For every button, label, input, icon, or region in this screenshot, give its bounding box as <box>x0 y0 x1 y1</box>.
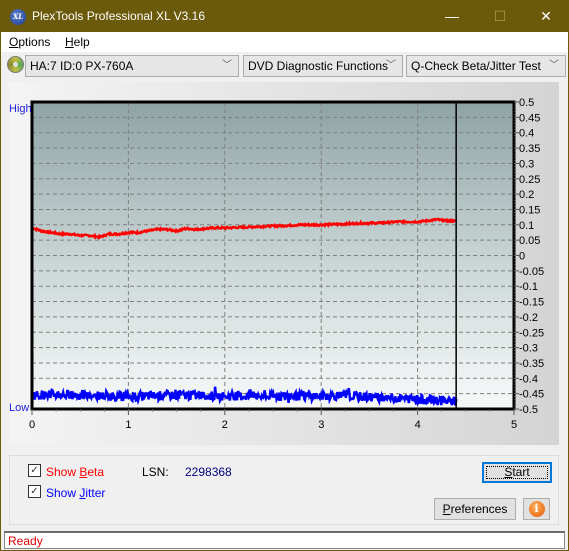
menu-options[interactable]: Options <box>9 35 50 49</box>
chart-panel: 0.5 0.45 0.4 0.35 0.3 0.25 0.2 0.15 0.1 0.05 0 -0.0… <box>9 82 559 445</box>
y-tick-label: 0.3 <box>519 158 534 170</box>
info-icon: i <box>528 501 545 517</box>
y-tick-label: -0.45 <box>519 389 544 401</box>
y-tick-label: -0.3 <box>519 343 538 355</box>
show-beta-label-post: eta <box>87 465 105 479</box>
test-select[interactable]: Q-Check Beta/Jitter Test ﹀ <box>406 55 566 77</box>
preferences-rest: references <box>450 502 508 516</box>
minimize-button[interactable]: — <box>429 1 475 32</box>
y-tick-label: 0.15 <box>519 204 540 216</box>
chevron-down-icon: ﹀ <box>222 60 232 71</box>
y-tick-label: -0.2 <box>519 312 538 324</box>
y-tick-label: 0.2 <box>519 189 534 201</box>
x-tick-label: 4 <box>415 419 421 431</box>
controls-panel: ✓ Show Beta ✓ Show Jitter LSN: 2298368 S… <box>9 455 559 525</box>
y-tick-label: -0.15 <box>519 297 544 309</box>
y-tick-label: 0.4 <box>519 128 534 140</box>
preferences-accel: P <box>442 502 451 516</box>
x-tick-label: 2 <box>222 419 228 431</box>
y-tick-label: -0.5 <box>519 404 538 416</box>
y-tick-label: -0.05 <box>519 266 544 278</box>
drive-select[interactable]: HA:7 ID:0 PX-760A ﹀ <box>25 55 239 77</box>
title-bar: XL PlexTools Professional XL V3.16 — ☐ ✕ <box>1 1 569 32</box>
menu-help-rest: elp <box>73 35 90 49</box>
menu-options-accel: O <box>9 35 19 49</box>
menu-help-accel: H <box>65 35 74 49</box>
show-jitter-label[interactable]: Show Jitter <box>46 486 105 500</box>
start-button[interactable]: Start <box>482 462 552 483</box>
function-select[interactable]: DVD Diagnostic Functions ﹀ <box>243 55 403 77</box>
y-tick-label: 0.1 <box>519 220 534 232</box>
close-button[interactable]: ✕ <box>523 1 569 32</box>
test-select-value: Q-Check Beta/Jitter Test <box>411 59 541 73</box>
beta-jitter-chart: 0.5 0.45 0.4 0.35 0.3 0.25 0.2 0.15 0.1 0.05 0 -0.0… <box>9 97 544 431</box>
info-button[interactable]: i <box>523 498 550 520</box>
disc-drive-icon <box>7 56 24 73</box>
toolbar: HA:7 ID:0 PX-760A ﹀ DVD Diagnostic Funct… <box>1 52 568 79</box>
x-tick-label: 5 <box>511 419 517 431</box>
menu-bar: Options Help <box>1 32 568 52</box>
high-label: High <box>9 103 32 115</box>
show-jitter-label-pre: Show <box>46 486 80 500</box>
chevron-down-icon: ﹀ <box>549 60 559 71</box>
status-text: Ready <box>8 534 43 548</box>
window-title: PlexTools Professional XL V3.16 <box>32 9 205 23</box>
y-tick-label: -0.1 <box>519 281 538 293</box>
low-label: Low <box>9 402 29 414</box>
show-beta-label[interactable]: Show Beta <box>46 465 104 479</box>
lsn-label: LSN: <box>142 465 169 479</box>
y-tick-label: -0.35 <box>519 358 544 370</box>
maximize-button[interactable]: ☐ <box>477 1 523 32</box>
show-jitter-checkbox[interactable]: ✓ <box>28 485 41 498</box>
x-tick-label: 0 <box>29 419 35 431</box>
y-tick-label: 0.05 <box>519 235 540 247</box>
status-bar: Ready <box>4 531 565 549</box>
app-logo-icon: XL <box>10 9 26 25</box>
focus-rect <box>486 466 548 479</box>
menu-options-rest: ptions <box>18 35 51 49</box>
x-tick-label: 3 <box>318 419 324 431</box>
drive-select-value: HA:7 ID:0 PX-760A <box>30 59 134 73</box>
x-tick-label: 1 <box>125 419 131 431</box>
app-window: XL PlexTools Professional XL V3.16 — ☐ ✕… <box>0 0 569 551</box>
chevron-down-icon: ﹀ <box>386 60 396 71</box>
show-jitter-label-post: itter <box>85 486 106 500</box>
y-tick-label: 0.25 <box>519 174 540 186</box>
lsn-value: 2298368 <box>185 465 232 479</box>
function-select-value: DVD Diagnostic Functions <box>248 59 389 73</box>
preferences-button[interactable]: Preferences <box>434 498 516 520</box>
menu-help[interactable]: Help <box>65 35 90 49</box>
y-tick-label: 0 <box>519 251 525 263</box>
show-beta-checkbox[interactable]: ✓ <box>28 464 41 477</box>
y-tick-label: -0.4 <box>519 373 538 385</box>
y-tick-label: 0.45 <box>519 112 540 124</box>
show-beta-label-pre: Show <box>46 465 80 479</box>
y-tick-label: -0.25 <box>519 327 544 339</box>
y-tick-label: 0.5 <box>519 97 534 109</box>
y-tick-label: 0.35 <box>519 143 540 155</box>
